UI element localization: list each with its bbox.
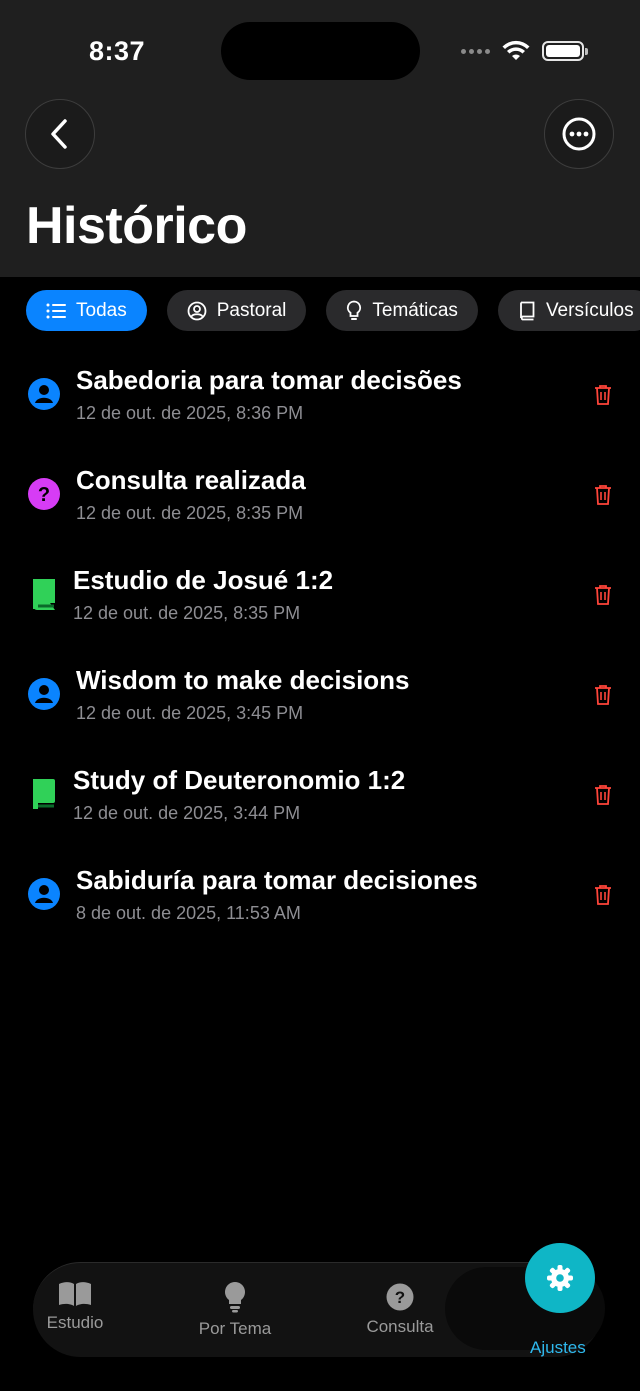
person-icon — [27, 677, 61, 711]
history-item-date: 12 de out. de 2025, 3:45 PM — [76, 703, 304, 723]
filter-chip-label: Pastoral — [216, 299, 287, 321]
history-item-date: 8 de out. de 2025, 11:53 AM — [76, 903, 301, 923]
filter-chip-label: Temáticas — [372, 299, 458, 321]
trash-icon — [595, 885, 611, 905]
more-button[interactable] — [544, 99, 614, 169]
history-item-date: 12 de out. de 2025, 3:44 PM — [73, 803, 301, 823]
history-item[interactable]: Sabiduría para tomar decisiones 8 de out… — [0, 855, 640, 955]
filter-chip-label: Todas — [76, 299, 127, 321]
tab-consulta[interactable]: ? Consulta — [361, 1283, 439, 1337]
chevron-left-icon — [51, 119, 67, 149]
delete-button[interactable] — [591, 482, 615, 508]
tab-label: Por Tema — [198, 1319, 272, 1338]
status-icons — [461, 40, 588, 62]
svg-text:?: ? — [395, 1288, 405, 1307]
lightbulb-icon — [347, 300, 362, 320]
history-item-date: 12 de out. de 2025, 8:35 PM — [76, 503, 304, 523]
history-list: Sabedoria para tomar decisões 12 de out.… — [0, 355, 640, 955]
trash-icon — [595, 785, 611, 805]
history-item[interactable]: Estudio de Josué 1:2 12 de out. de 2025,… — [0, 555, 640, 655]
page-title: Histórico — [26, 197, 247, 255]
signal-icon — [461, 48, 490, 54]
history-item-title: Consulta realizada — [76, 465, 306, 495]
tab-estudio[interactable]: Estudio — [45, 1281, 105, 1333]
trash-icon — [595, 385, 611, 405]
delete-button[interactable] — [591, 782, 615, 808]
history-item-date: 12 de out. de 2025, 8:36 PM — [76, 403, 304, 423]
person-circle-icon — [187, 301, 207, 320]
trash-icon — [595, 585, 611, 605]
history-item-date: 12 de out. de 2025, 8:35 PM — [73, 603, 301, 623]
ellipsis-circle-icon — [562, 117, 596, 151]
filter-chip-pastoral[interactable]: Pastoral — [166, 290, 307, 331]
history-item-title: Sabiduría para tomar decisiones — [76, 865, 478, 895]
tab-por-tema[interactable]: Por Tema — [195, 1281, 275, 1339]
svg-text:?: ? — [38, 484, 50, 506]
person-icon — [27, 877, 61, 911]
list-icon — [46, 303, 66, 318]
history-item-title: Sabedoria para tomar decisões — [76, 365, 462, 395]
back-button[interactable] — [25, 99, 95, 169]
header: 8:37 Histórico — [0, 0, 640, 277]
battery-icon — [542, 41, 588, 61]
history-item[interactable]: Study of Deuteronomio 1:2 12 de out. de … — [0, 755, 640, 855]
delete-button[interactable] — [591, 682, 615, 708]
filter-bar: Todas Pastoral Temáticas Versículos — [26, 290, 640, 331]
lightbulb-icon — [225, 1282, 245, 1313]
delete-button[interactable] — [591, 882, 615, 908]
question-icon: ? — [27, 477, 61, 511]
history-item-title: Wisdom to make decisions — [76, 665, 410, 695]
filter-chip-versiculos[interactable]: Versículos — [497, 290, 640, 331]
book-icon — [27, 577, 61, 611]
filter-chip-tematicas[interactable]: Temáticas — [326, 290, 478, 331]
tab-ajustes[interactable] — [525, 1243, 595, 1313]
history-item[interactable]: Sabedoria para tomar decisões 12 de out.… — [0, 355, 640, 455]
tab-label: Estudio — [46, 1313, 104, 1332]
book-icon — [27, 777, 61, 811]
delete-button[interactable] — [591, 582, 615, 608]
history-item-title: Estudio de Josué 1:2 — [73, 565, 334, 595]
trash-icon — [595, 485, 611, 505]
gear-icon — [547, 1265, 573, 1291]
tab-label-ajustes: Ajustes — [530, 1338, 586, 1357]
question-circle-icon: ? — [386, 1283, 414, 1311]
delete-button[interactable] — [591, 382, 615, 408]
status-time: 8:37 — [89, 36, 146, 66]
dynamic-island — [221, 22, 420, 80]
wifi-icon — [502, 40, 530, 60]
person-icon — [27, 377, 61, 411]
history-item-title: Study of Deuteronomio 1:2 — [73, 765, 406, 795]
tab-label: Consulta — [366, 1317, 434, 1336]
book-open-icon — [59, 1282, 91, 1306]
filter-chip-todas[interactable]: Todas — [26, 290, 147, 331]
book-icon — [520, 301, 535, 320]
history-item[interactable]: Wisdom to make decisions 12 de out. de 2… — [0, 655, 640, 755]
trash-icon — [595, 685, 611, 705]
filter-chip-label: Versículos — [545, 299, 634, 321]
history-item[interactable]: ? Consulta realizada 12 de out. de 2025,… — [0, 455, 640, 555]
